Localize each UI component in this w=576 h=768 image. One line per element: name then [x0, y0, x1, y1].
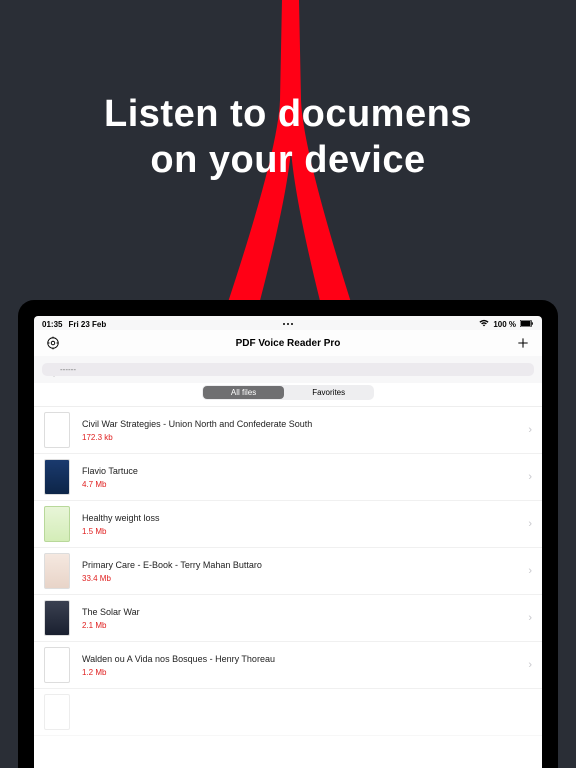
settings-button[interactable] — [44, 334, 62, 352]
list-item[interactable]: Civil War Strategies - Union North and C… — [34, 407, 542, 454]
file-size: 1.5 Mb — [82, 527, 522, 536]
file-name: Flavio Tartuce — [82, 466, 522, 476]
file-size: 172.3 kb — [82, 433, 522, 442]
multitasking-dots — [283, 323, 293, 325]
file-thumbnail — [44, 600, 70, 636]
status-bar: 01:35 Fri 23 Feb 100 % — [34, 316, 542, 330]
headline: Listen to documens on your device — [0, 92, 576, 183]
file-name: The Solar War — [82, 607, 522, 617]
file-list[interactable]: Civil War Strategies - Union North and C… — [34, 407, 542, 768]
status-time: 01:35 — [42, 320, 62, 329]
hero-section: Listen to documens on your device — [0, 0, 576, 300]
tablet-frame: 01:35 Fri 23 Feb 100 % — [18, 300, 558, 768]
chevron-right-icon: › — [528, 565, 532, 577]
headline-line2: on your device — [0, 138, 576, 184]
file-size: 4.7 Mb — [82, 480, 522, 489]
page-title: PDF Voice Reader Pro — [236, 338, 341, 349]
file-name: Civil War Strategies - Union North and C… — [82, 419, 522, 429]
battery-label: 100 % — [493, 320, 516, 329]
headline-line1: Listen to documens — [0, 92, 576, 138]
file-size: 2.1 Mb — [82, 621, 522, 630]
segment-control: All files Favorites — [34, 383, 542, 407]
list-item[interactable] — [34, 689, 542, 736]
chevron-right-icon: › — [528, 424, 532, 436]
list-item[interactable]: Primary Care - E-Book - Terry Mahan Butt… — [34, 548, 542, 595]
file-name: Healthy weight loss — [82, 513, 522, 523]
wifi-icon — [479, 319, 489, 329]
list-item[interactable]: Flavio Tartuce 4.7 Mb › — [34, 454, 542, 501]
tab-favorites[interactable]: Favorites — [284, 386, 373, 399]
navbar: PDF Voice Reader Pro — [34, 330, 542, 356]
app-screen: 01:35 Fri 23 Feb 100 % — [34, 316, 542, 768]
search-wrap — [34, 356, 542, 383]
chevron-right-icon: › — [528, 612, 532, 624]
chevron-right-icon: › — [528, 659, 532, 671]
file-name: Walden ou A Vida nos Bosques - Henry Tho… — [82, 654, 522, 664]
tab-all-files[interactable]: All files — [203, 386, 284, 399]
chevron-right-icon: › — [528, 518, 532, 530]
file-thumbnail — [44, 694, 70, 730]
chevron-right-icon: › — [528, 471, 532, 483]
add-button[interactable] — [514, 334, 532, 352]
battery-icon — [520, 320, 534, 329]
file-thumbnail — [44, 459, 70, 495]
list-item[interactable]: Healthy weight loss 1.5 Mb › — [34, 501, 542, 548]
list-item[interactable]: The Solar War 2.1 Mb › — [34, 595, 542, 642]
file-size: 33.4 Mb — [82, 574, 522, 583]
file-name: Primary Care - E-Book - Terry Mahan Butt… — [82, 560, 522, 570]
file-thumbnail — [44, 412, 70, 448]
file-thumbnail — [44, 506, 70, 542]
search-input[interactable] — [42, 363, 534, 376]
list-item[interactable]: Walden ou A Vida nos Bosques - Henry Tho… — [34, 642, 542, 689]
file-thumbnail — [44, 647, 70, 683]
file-size: 1.2 Mb — [82, 668, 522, 677]
file-thumbnail — [44, 553, 70, 589]
status-date: Fri 23 Feb — [68, 320, 106, 329]
